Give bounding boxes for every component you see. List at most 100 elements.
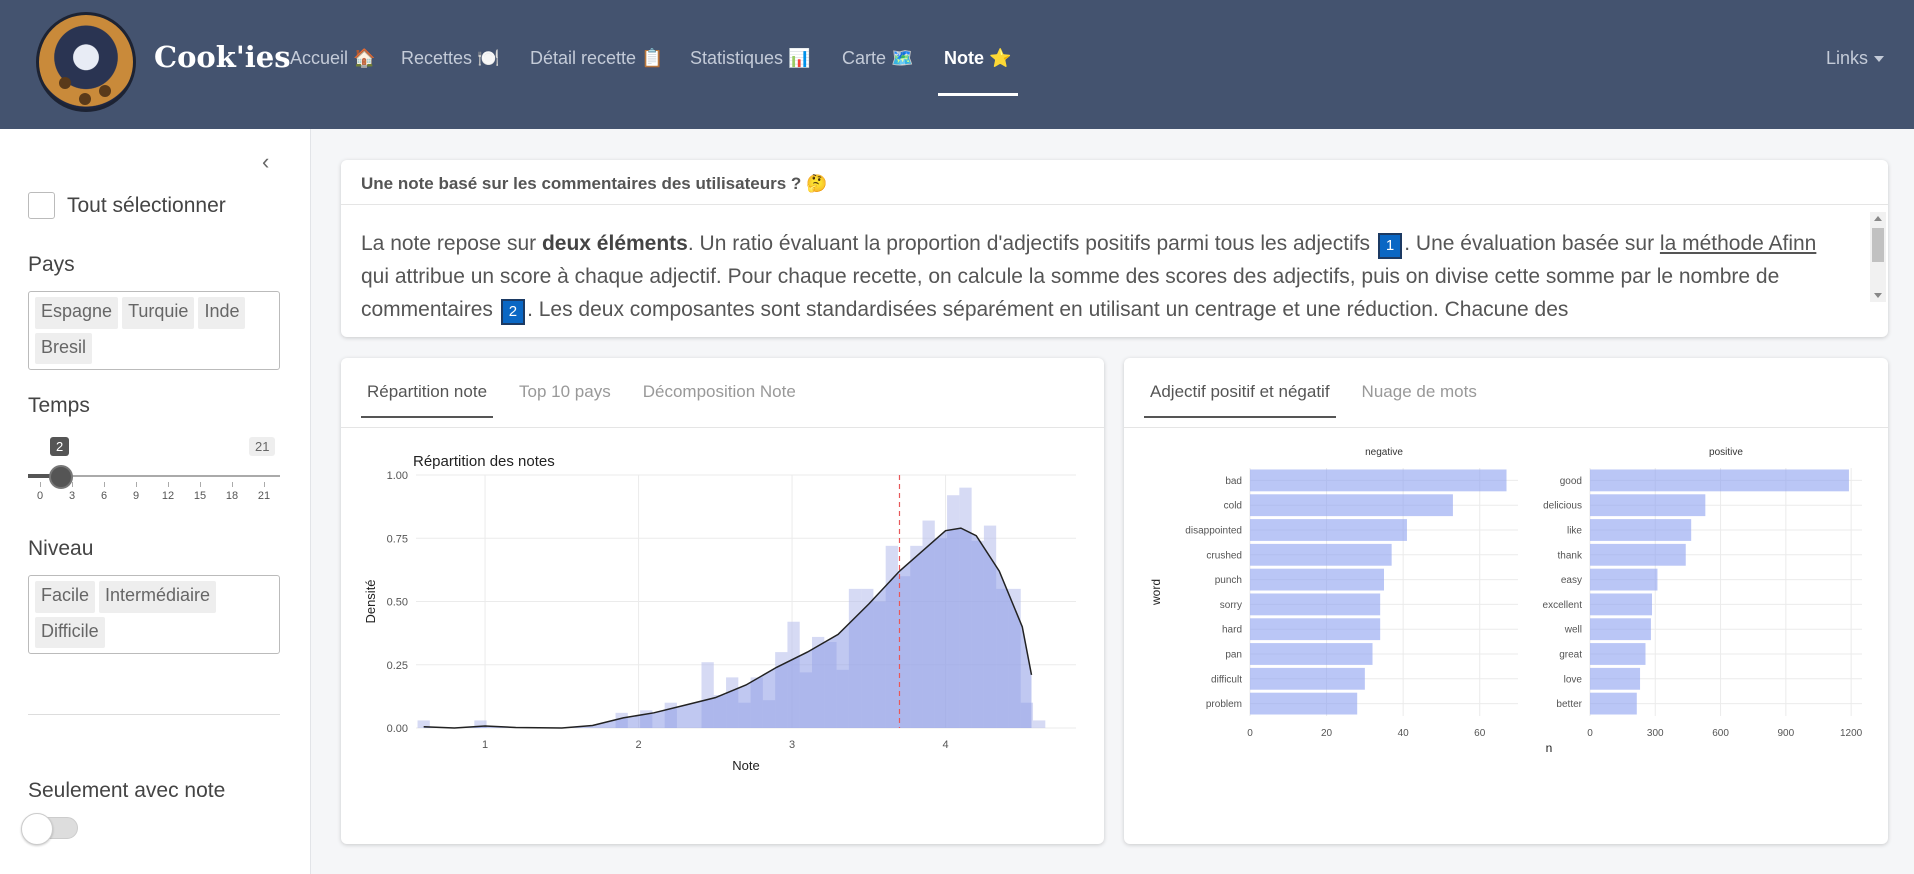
nav-accueil[interactable]: Accueil 🏠 — [290, 48, 375, 69]
word-bar — [1590, 643, 1646, 665]
chart-title: Répartition des notes — [413, 453, 555, 470]
word-label: difficult — [1211, 674, 1242, 685]
x-tick-label: 2 — [635, 739, 641, 751]
word-label: well — [1564, 625, 1582, 636]
slider-tick — [168, 482, 169, 487]
niveau-tag[interactable]: Difficile — [35, 616, 105, 648]
info-card-scrollbar[interactable] — [1870, 212, 1886, 302]
y-tick-label: 0.25 — [387, 660, 408, 672]
word-label: like — [1567, 526, 1582, 537]
word-label: crushed — [1206, 550, 1242, 561]
note-only-toggle[interactable] — [21, 813, 78, 845]
nav-recettes[interactable]: Recettes 🍽️ — [401, 48, 499, 69]
word-label: good — [1560, 476, 1582, 487]
x-tick-label: 4 — [942, 739, 948, 751]
word-bar — [1250, 543, 1392, 566]
adjectives-tabs: Adjectif positif et négatif Nuage de mot… — [1144, 358, 1503, 427]
slider-tick — [40, 482, 41, 487]
nav-statistiques[interactable]: Statistiques 📊 — [690, 48, 810, 69]
x-tick-label: 40 — [1398, 728, 1410, 739]
afinn-link[interactable]: la méthode Afinn — [1660, 232, 1816, 255]
tab-nuage-de-mots[interactable]: Nuage de mots — [1356, 358, 1483, 418]
brand-name[interactable]: Cook'ies — [154, 40, 291, 74]
x-tick-label: 3 — [789, 739, 795, 751]
nav-note[interactable]: Note ⭐ — [944, 48, 1011, 69]
slider-tick-label: 18 — [225, 490, 239, 502]
toggle-knob[interactable] — [21, 813, 53, 845]
pays-tag[interactable]: Bresil — [35, 332, 93, 364]
slider-tick — [136, 482, 137, 487]
scroll-down-icon[interactable] — [1874, 293, 1882, 298]
density-area — [423, 528, 1032, 728]
tab-top-10-pays[interactable]: Top 10 pays — [513, 358, 617, 418]
slider-tick — [72, 482, 73, 487]
x-axis-label: n — [1546, 741, 1553, 755]
niveau-tag[interactable]: Intermédiaire — [99, 581, 217, 613]
slider-handle[interactable] — [49, 465, 73, 489]
adjectives-chart: negative 0 20 40 60 bad cold disappointed crushe… — [1149, 447, 1863, 755]
tab-repartition-note[interactable]: Répartition note — [361, 358, 494, 418]
word-label: excellent — [1543, 600, 1583, 611]
word-label: pan — [1225, 650, 1242, 661]
footnote-badge-2[interactable]: 2 — [500, 299, 526, 325]
cookie-logo[interactable] — [36, 12, 136, 112]
scroll-up-icon[interactable] — [1874, 216, 1882, 221]
x-tick-label: 0 — [1247, 728, 1253, 739]
niveau-tag[interactable]: Facile — [35, 581, 96, 613]
chevron-down-icon — [1874, 56, 1884, 63]
x-tick-label: 60 — [1474, 728, 1486, 739]
word-bar — [1250, 692, 1358, 715]
y-axis-label: Densité — [363, 579, 378, 623]
word-bar — [1590, 692, 1637, 715]
word-label: hard — [1222, 625, 1242, 636]
select-all-checkbox[interactable] — [28, 192, 55, 219]
links-dropdown[interactable]: Links — [1826, 48, 1884, 69]
sidebar: ‹ Tout sélectionner Pays Espagne Turquie… — [0, 129, 311, 874]
slider-tick-label: 0 — [36, 490, 44, 502]
footnote-badge-1[interactable]: 1 — [1377, 233, 1403, 259]
temps-label: Temps — [28, 394, 90, 417]
info-text-3: . Une évaluation basée sur — [1404, 232, 1660, 255]
word-label: problem — [1206, 699, 1242, 710]
temps-slider[interactable]: 2 21 0 3 6 9 12 15 18 21 — [28, 432, 280, 522]
word-label: punch — [1215, 575, 1242, 586]
slider-tick-label: 15 — [193, 490, 207, 502]
select-all-row[interactable]: Tout sélectionner — [28, 192, 226, 219]
slider-tick — [104, 482, 105, 487]
tab-decomposition-note[interactable]: Décomposition Note — [637, 358, 802, 418]
x-axis-label: Note — [732, 758, 759, 773]
info-text-bold: deux éléments — [541, 232, 688, 255]
nav-carte[interactable]: Carte 🗺️ — [842, 48, 913, 69]
pays-tag[interactable]: Espagne — [35, 297, 119, 329]
word-label: sorry — [1220, 600, 1242, 611]
pays-tag[interactable]: Inde — [198, 297, 246, 329]
tab-adjectif-positif-negatif[interactable]: Adjectif positif et négatif — [1144, 358, 1336, 418]
select-all-label: Tout sélectionner — [67, 193, 226, 217]
slider-tick-label: 12 — [161, 490, 175, 502]
slider-tick-label: 3 — [68, 490, 76, 502]
nav-detail-recette[interactable]: Détail recette 📋 — [530, 48, 663, 69]
pays-tag[interactable]: Turquie — [122, 297, 195, 329]
x-tick-label: 0 — [1587, 728, 1593, 739]
word-bar — [1590, 494, 1706, 517]
x-tick-label: 600 — [1712, 728, 1729, 739]
slider-tick-label: 6 — [100, 490, 108, 502]
collapse-sidebar-icon[interactable]: ‹ — [262, 149, 269, 175]
x-tick-label: 20 — [1321, 728, 1333, 739]
distribution-chart: Répartition des notes 0.00 0.25 0.50 0.75 1.0… — [363, 453, 1076, 773]
scroll-thumb[interactable] — [1872, 228, 1884, 262]
word-bar — [1590, 519, 1692, 541]
word-bar — [1250, 568, 1384, 591]
pays-select[interactable]: Espagne Turquie Inde Bresil — [28, 291, 280, 370]
links-label: Links — [1825, 48, 1868, 68]
word-label: thank — [1558, 550, 1583, 561]
info-card-title: Une note basé sur les commentaires des u… — [341, 160, 1888, 205]
niveau-select[interactable]: Facile Intermédiaire Difficile — [28, 575, 280, 654]
word-bar — [1250, 519, 1407, 541]
word-label: bad — [1225, 476, 1242, 487]
word-label: delicious — [1543, 501, 1582, 512]
word-label: disappointed — [1185, 526, 1242, 537]
slider-tick — [232, 482, 233, 487]
slider-tick — [200, 482, 201, 487]
word-bar — [1590, 568, 1658, 591]
